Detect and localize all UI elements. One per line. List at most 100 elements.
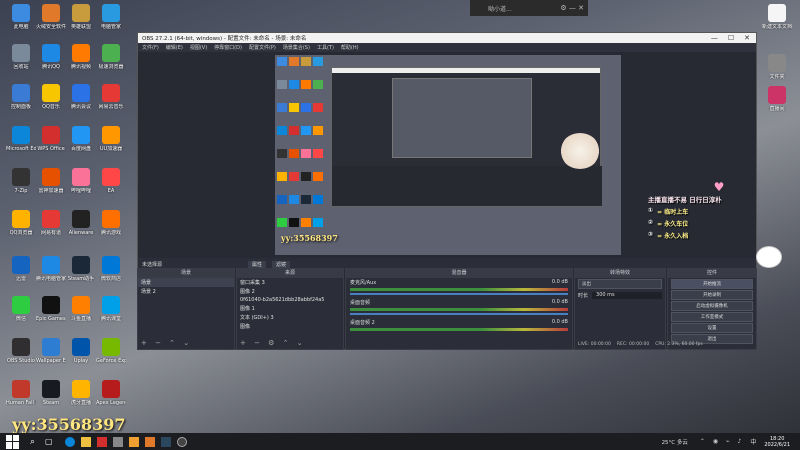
- app-icon: [42, 256, 60, 274]
- app-icon: [72, 84, 90, 102]
- desktop-icon[interactable]: 腾讯课堂: [96, 296, 126, 322]
- desktop-icon[interactable]: EA: [96, 168, 126, 194]
- desktop-icon[interactable]: 腾讯视频: [66, 44, 96, 70]
- desktop-icon-label: 腾讯游戏: [100, 230, 121, 236]
- desktop-icon[interactable]: 腾讯游戏: [96, 210, 126, 236]
- desktop-icon[interactable]: Epic Games Launcher: [36, 296, 66, 322]
- start-streaming-button[interactable]: 开始推流: [671, 279, 753, 289]
- desktop-icon[interactable]: 斗鱼直播: [66, 296, 96, 322]
- desktop-icon[interactable]: 腾讯电脑管家: [36, 256, 66, 282]
- transition-select[interactable]: 淡出: [578, 279, 662, 289]
- close-icon[interactable]: ✕: [744, 34, 750, 42]
- desktop-icon[interactable]: 新建文本文档: [762, 4, 792, 30]
- desktop-icon[interactable]: Uplay: [66, 338, 96, 364]
- scene-item[interactable]: 场景: [138, 278, 234, 287]
- desktop-icon[interactable]: GeForce Experience: [96, 338, 126, 364]
- desktop-icon[interactable]: 回收站: [6, 44, 36, 70]
- source-item[interactable]: 图像 2: [237, 287, 343, 296]
- source-item[interactable]: 图像: [237, 322, 343, 331]
- desktop-icon[interactable]: Apex Legends: [96, 380, 126, 406]
- source-controls[interactable]: + − ⚙ ⌃ ⌄: [240, 339, 306, 347]
- maximize-icon[interactable]: ☐: [728, 34, 734, 42]
- desktop-icon[interactable]: QQ浏览器: [6, 210, 36, 236]
- obs-window-controls[interactable]: — ☐ ✕: [711, 34, 756, 42]
- tray-icons[interactable]: ⌃ ◉ ⌁ ♪: [700, 438, 744, 445]
- preview-canvas[interactable]: yy:35568397: [275, 55, 621, 255]
- volume-slider[interactable]: [350, 313, 568, 315]
- app-icon: [144, 436, 155, 447]
- menu-file[interactable]: 文件(F): [142, 44, 159, 51]
- desktop-icon-label: 网易有道: [40, 230, 61, 236]
- volume-slider[interactable]: [350, 293, 568, 295]
- studio-mode-button[interactable]: 工作室模式: [671, 312, 753, 322]
- desktop-icon[interactable]: 控制面板: [6, 84, 36, 110]
- scene-controls[interactable]: + − ⌃ ⌄: [141, 339, 192, 347]
- desktop-icon[interactable]: 直播间: [762, 86, 792, 112]
- input-language[interactable]: 中: [750, 437, 756, 446]
- preview-watermark: yy:35568397: [281, 233, 338, 243]
- desktop-icon[interactable]: UU加速器: [96, 126, 126, 152]
- properties-button[interactable]: 属性: [248, 260, 267, 268]
- desktop-icon[interactable]: Wallpaper Engine: [36, 338, 66, 364]
- app-icon: [128, 436, 139, 447]
- mixer-channel: 桌面音频 2 0.0 dB: [346, 318, 572, 334]
- scene-item[interactable]: 场景 2: [138, 287, 234, 296]
- window-controls-icon[interactable]: ⚙ — ✕: [560, 4, 588, 12]
- menu-view[interactable]: 视图(V): [190, 44, 207, 51]
- start-recording-button[interactable]: 开始录制: [671, 290, 753, 300]
- desktop-icon[interactable]: 哔哩哔哩: [66, 168, 96, 194]
- desktop-icon[interactable]: 腾讯QQ: [36, 44, 66, 70]
- desktop-icon[interactable]: 极速浏览器: [96, 44, 126, 70]
- app-icon: [102, 126, 120, 144]
- desktop-icon[interactable]: 电脑管家: [96, 4, 126, 30]
- desktop-icon[interactable]: 百度网盘: [66, 126, 96, 152]
- menu-tools[interactable]: 工具(T): [317, 44, 334, 51]
- menu-help[interactable]: 帮助(H): [341, 44, 359, 51]
- menu-profile[interactable]: 配置文件(P): [249, 44, 276, 51]
- desktop-icon[interactable]: 网易有道: [36, 210, 66, 236]
- minimize-icon[interactable]: —: [711, 34, 718, 42]
- desktop-icon[interactable]: Steam助手: [66, 256, 96, 282]
- desktop-icon[interactable]: Microsoft Edge: [6, 126, 36, 152]
- floating-window[interactable]: 呦小道... ⚙ — ✕: [470, 0, 588, 16]
- obs-titlebar[interactable]: OBS 27.2.1 (64-bit, windows) - 配置文件: 未命名…: [138, 33, 756, 43]
- desktop-icon[interactable]: 文件夹: [762, 54, 792, 80]
- desktop-icon[interactable]: 网易云音乐: [96, 84, 126, 110]
- weather[interactable]: 25°C 多云: [662, 438, 688, 446]
- desktop-icon-label: 新建文本文档: [762, 24, 792, 30]
- desktop-icon[interactable]: 微信: [6, 296, 36, 322]
- desktop-icon[interactable]: 火绒安全软件: [36, 4, 66, 30]
- desktop-icon[interactable]: 雷神加速器: [36, 168, 66, 194]
- start-icon[interactable]: [6, 434, 20, 449]
- desktop-icon[interactable]: 7-Zip: [6, 168, 36, 194]
- settings-button[interactable]: 设置: [671, 323, 753, 333]
- source-item[interactable]: 文本 (GDI+) 3: [237, 313, 343, 322]
- desktop-icon[interactable]: Steam: [36, 380, 66, 406]
- virtual-camera-button[interactable]: 启动虚拟摄像机: [671, 301, 753, 311]
- desktop-icon[interactable]: QQ音乐: [36, 84, 66, 110]
- menu-edit[interactable]: 编辑(E): [166, 44, 183, 51]
- menu-scene-collection[interactable]: 场景集合(S): [283, 44, 310, 51]
- search-icon[interactable]: ⌕: [30, 437, 35, 447]
- desktop-icon[interactable]: Human Fall Flat: [6, 380, 36, 406]
- taskbar-apps[interactable]: [64, 436, 187, 447]
- menu-docks[interactable]: 停靠窗口(D): [214, 44, 242, 51]
- overlay-text: = 临时上车: [657, 209, 689, 216]
- desktop-icon[interactable]: 微软商店: [96, 256, 126, 282]
- clock[interactable]: 18:20 2022/6/21: [764, 436, 790, 448]
- desktop-icon-label: Alienware: [68, 230, 94, 236]
- source-item[interactable]: 0f61040-b2a5621dbb28abbf24a5: [237, 296, 343, 304]
- desktop-icon[interactable]: 迅雷: [6, 256, 36, 282]
- source-item[interactable]: 窗口采集 3: [237, 278, 343, 287]
- desktop-icon[interactable]: WPS Office: [36, 126, 66, 152]
- desktop-icon[interactable]: 虎牙直播: [66, 380, 96, 406]
- desktop-icon[interactable]: 英雄联盟: [66, 4, 96, 30]
- desktop-icon[interactable]: OBS Studio: [6, 338, 36, 364]
- source-item[interactable]: 图像 1: [237, 304, 343, 313]
- desktop-icon[interactable]: 腾讯会议: [66, 84, 96, 110]
- desktop-icon[interactable]: 此电脑: [6, 4, 36, 30]
- desktop-icon[interactable]: Alienware: [66, 210, 96, 236]
- filters-button[interactable]: 滤镜: [272, 260, 291, 268]
- duration-input[interactable]: 300 ms: [592, 292, 662, 299]
- taskview-icon[interactable]: ▢: [45, 437, 53, 446]
